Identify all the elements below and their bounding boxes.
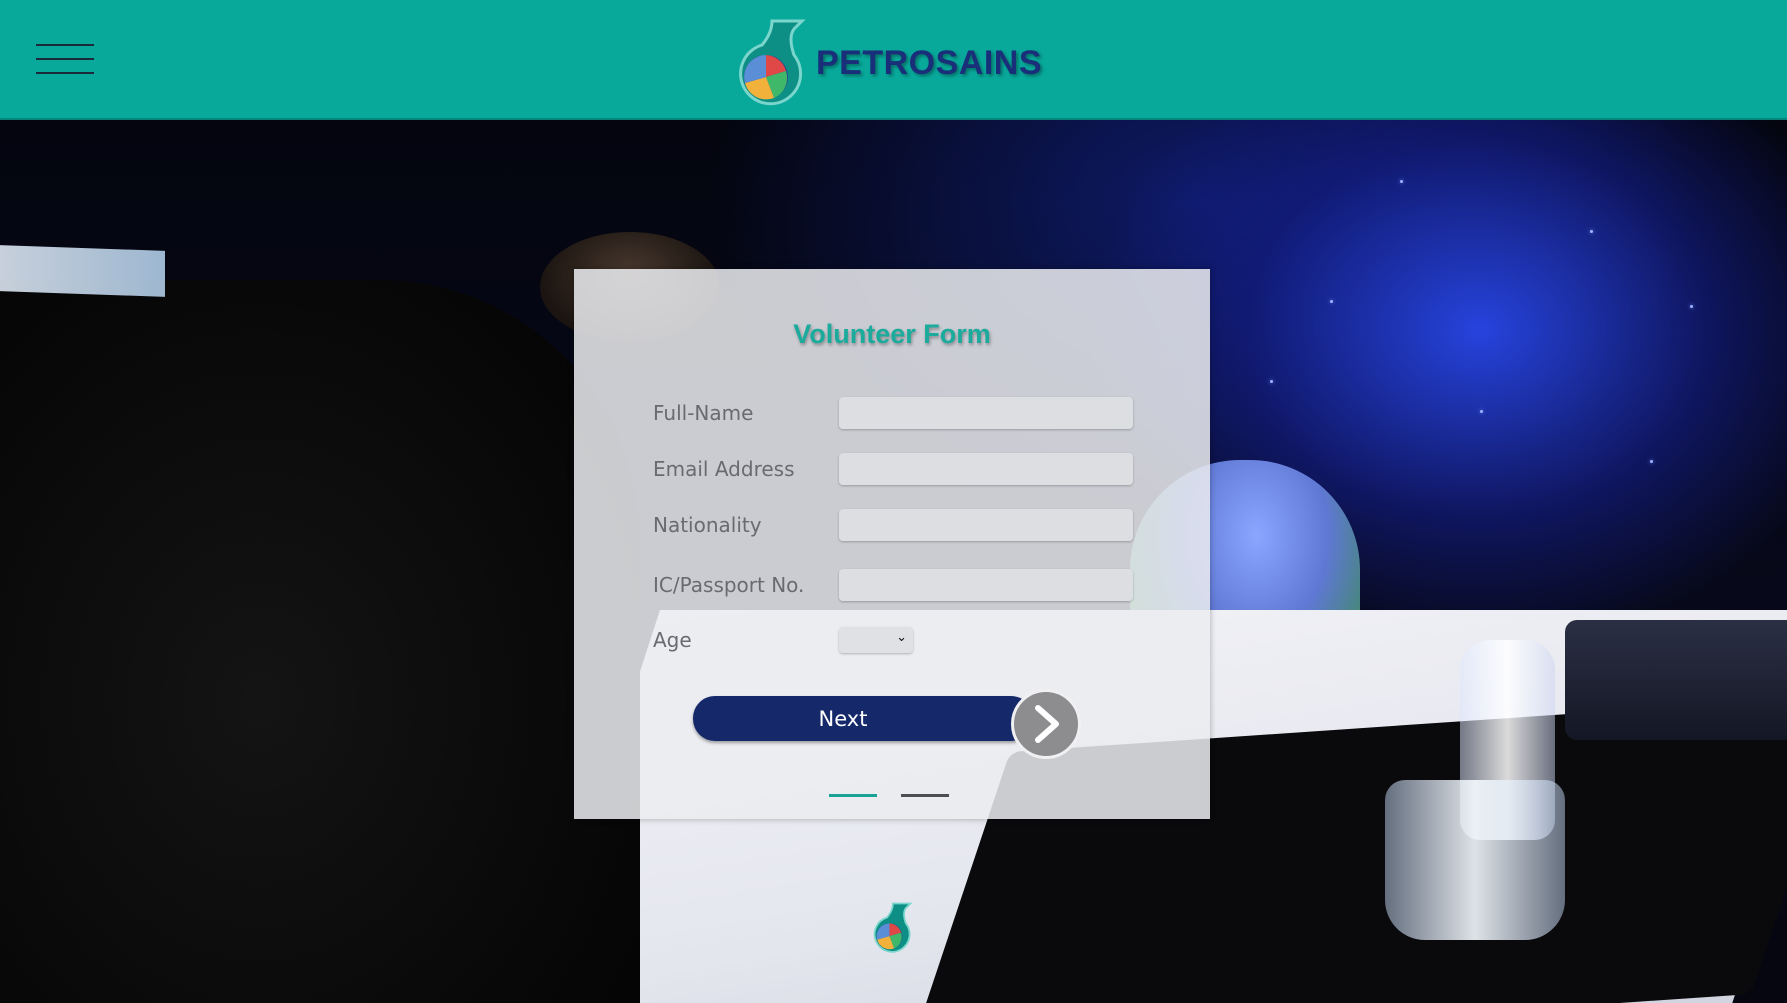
background-star <box>1690 305 1693 308</box>
petrosains-drop-icon <box>873 902 913 953</box>
form-title: Volunteer Form <box>793 319 991 349</box>
step-indicator <box>829 794 949 797</box>
background-person <box>0 280 640 1003</box>
background-sign <box>0 245 165 297</box>
chevron-down-icon: ⌄ <box>896 630 907 645</box>
passport-label: IC/Passport No. <box>653 573 805 597</box>
step-dot-1[interactable] <box>829 794 877 797</box>
email-label: Email Address <box>653 457 795 481</box>
brand-logo[interactable]: PETROSAINS <box>728 18 1042 108</box>
footer-logo <box>864 900 916 956</box>
step-dot-2[interactable] <box>901 794 949 797</box>
nationality-input[interactable] <box>839 509 1133 541</box>
brand-name: PETROSAINS <box>816 43 1043 82</box>
background-star <box>1650 460 1653 463</box>
full-name-input[interactable] <box>839 397 1133 429</box>
background-chair <box>1565 620 1787 740</box>
background-star <box>1590 230 1593 233</box>
nationality-row: Nationality <box>653 507 1133 543</box>
petrosains-drop-icon <box>739 19 806 106</box>
top-header: PETROSAINS <box>0 0 1787 120</box>
background-star <box>1270 380 1273 383</box>
email-row: Email Address <box>653 451 1133 487</box>
background-star <box>1400 180 1403 183</box>
email-input[interactable] <box>839 453 1133 485</box>
chevron-right-icon[interactable] <box>1011 689 1081 759</box>
age-label: Age <box>653 628 692 652</box>
age-select[interactable]: ⌄ <box>839 627 913 653</box>
hamburger-menu-icon[interactable] <box>36 42 94 76</box>
volunteer-form-card: Volunteer Form Full-Name Email Address N… <box>574 269 1210 819</box>
next-control: Next <box>693 689 1089 765</box>
age-row: Age ⌄ <box>653 622 913 658</box>
passport-input[interactable] <box>839 569 1133 601</box>
passport-row: IC/Passport No. <box>653 567 1133 603</box>
full-name-label: Full-Name <box>653 401 754 425</box>
background-star <box>1480 410 1483 413</box>
next-button[interactable]: Next <box>693 696 1033 741</box>
nationality-label: Nationality <box>653 513 762 537</box>
background-cup <box>1385 780 1565 940</box>
background-star <box>1330 300 1333 303</box>
full-name-row: Full-Name <box>653 395 1133 431</box>
